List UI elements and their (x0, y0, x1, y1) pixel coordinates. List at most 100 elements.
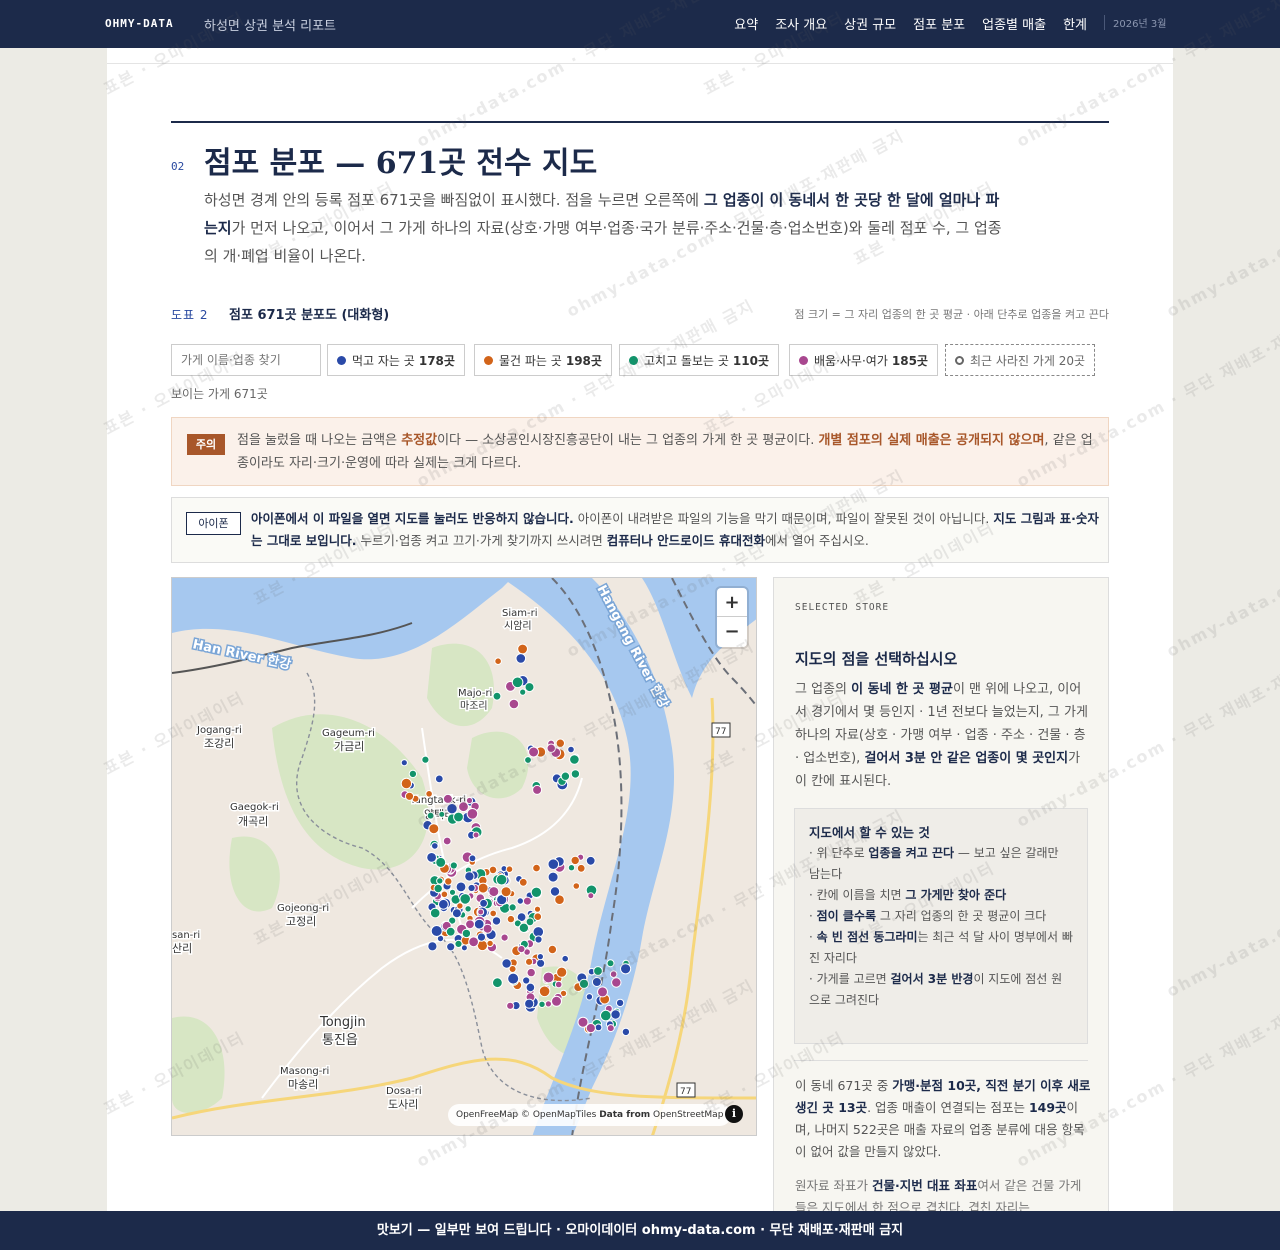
store-dot[interactable] (477, 908, 485, 916)
store-dot[interactable] (404, 791, 415, 801)
store-dot[interactable] (479, 898, 489, 908)
store-dot[interactable] (591, 977, 602, 987)
store-dot[interactable] (524, 682, 535, 693)
store-dot[interactable] (446, 942, 456, 952)
store-dot[interactable] (461, 928, 472, 939)
store-dot[interactable] (593, 966, 603, 976)
store-dot[interactable] (468, 936, 480, 948)
store-dot[interactable] (611, 977, 622, 988)
filter-chip-education-office-leisure[interactable]: 배움·사무·여가 185곳 (789, 344, 938, 376)
store-dot[interactable] (518, 877, 528, 887)
store-dot[interactable] (526, 967, 536, 978)
store-dot[interactable] (492, 691, 502, 701)
store-dot[interactable] (442, 793, 453, 804)
store-dot[interactable] (442, 836, 452, 846)
store-dot[interactable] (518, 922, 530, 933)
store-dot[interactable] (524, 756, 532, 764)
store-dot[interactable] (585, 1023, 596, 1034)
nav-item-distribution[interactable]: 점포 분포 (913, 14, 965, 33)
store-dot[interactable] (570, 855, 580, 866)
store-dot[interactable] (534, 935, 543, 944)
store-dot[interactable] (528, 746, 540, 758)
map-attribution[interactable]: OpenFreeMap © OpenMapTiles Data from Ope… (448, 1104, 732, 1126)
store-dot[interactable] (606, 959, 615, 968)
store-dot[interactable] (425, 790, 433, 798)
brand-logo[interactable]: OHMY-DATA (105, 17, 174, 30)
store-dot[interactable] (555, 738, 565, 748)
store-dot[interactable] (515, 653, 527, 664)
nav-item-summary[interactable]: 요약 (734, 14, 758, 33)
store-dot[interactable] (431, 842, 439, 850)
nav-item-scale[interactable]: 상권 규모 (844, 14, 896, 33)
store-dot[interactable] (507, 972, 520, 985)
store-dot[interactable] (476, 932, 487, 942)
store-dot[interactable] (430, 925, 443, 937)
store-dot[interactable] (570, 769, 581, 779)
store-dot[interactable] (546, 743, 556, 753)
store-dot[interactable] (561, 954, 570, 963)
store-dot[interactable] (472, 831, 480, 839)
store-dot[interactable] (426, 811, 435, 820)
store-dot[interactable] (429, 907, 441, 919)
store-dot[interactable] (538, 1000, 546, 1008)
store-dot[interactable] (427, 941, 438, 952)
store-dot[interactable] (530, 886, 543, 898)
store-dot[interactable] (436, 877, 444, 885)
store-dot[interactable] (525, 982, 536, 993)
store-dot[interactable] (465, 919, 475, 930)
store-dot[interactable] (506, 914, 516, 924)
store-dot[interactable] (446, 803, 458, 815)
store-dot[interactable] (587, 892, 595, 900)
store-dot[interactable] (444, 877, 453, 886)
nav-item-survey[interactable]: 조사 개요 (775, 14, 827, 33)
store-dot[interactable] (536, 958, 546, 968)
store-dot[interactable] (449, 861, 458, 870)
nav-item-limits[interactable]: 한계 (1063, 14, 1087, 33)
store-dot[interactable] (516, 897, 524, 905)
store-dot[interactable] (465, 796, 474, 805)
store-dot[interactable] (547, 871, 559, 883)
store-dot[interactable] (456, 902, 464, 910)
store-dot[interactable] (597, 986, 608, 998)
store-dot[interactable] (606, 1024, 615, 1033)
store-dot[interactable] (445, 926, 456, 937)
store-dot[interactable] (525, 957, 534, 966)
store-search-input[interactable] (171, 344, 321, 376)
store-dot[interactable] (544, 1000, 552, 1008)
store-dot[interactable] (438, 898, 449, 910)
info-icon[interactable]: i (725, 1105, 743, 1123)
store-dot[interactable] (505, 865, 514, 874)
store-dot[interactable] (508, 903, 517, 912)
store-dot[interactable] (519, 688, 527, 696)
store-dot[interactable] (554, 980, 563, 989)
store-dot[interactable] (482, 923, 493, 934)
store-dot[interactable] (508, 698, 520, 710)
store-dot[interactable] (454, 939, 463, 948)
store-dot[interactable] (572, 882, 581, 890)
store-dot[interactable] (532, 784, 543, 795)
store-dot[interactable] (615, 998, 625, 1008)
store-dot[interactable] (500, 886, 512, 898)
store-dot[interactable] (620, 963, 632, 975)
store-dot[interactable] (533, 912, 543, 922)
store-dot[interactable] (506, 1001, 515, 1010)
store-dot[interactable] (433, 883, 443, 894)
store-dot[interactable] (585, 855, 596, 866)
zoom-out-button[interactable]: − (717, 617, 747, 646)
store-dot[interactable] (486, 939, 494, 948)
nav-item-sales[interactable]: 업종별 매출 (982, 14, 1046, 33)
store-dot[interactable] (524, 998, 535, 1009)
store-dot[interactable] (438, 810, 446, 818)
store-dot[interactable] (492, 977, 503, 989)
store-dot[interactable] (576, 863, 586, 873)
store-dot[interactable] (594, 1023, 603, 1032)
store-dot[interactable] (400, 777, 413, 790)
store-dot[interactable] (532, 863, 541, 873)
store-dot[interactable] (466, 808, 479, 820)
store-dot[interactable] (621, 1027, 631, 1037)
store-dot[interactable] (468, 854, 477, 863)
store-dot[interactable] (488, 886, 500, 898)
store-dot[interactable] (477, 882, 489, 894)
filter-chip-retail[interactable]: 물건 파는 곳 198곳 (474, 344, 612, 376)
store-dot[interactable] (464, 871, 475, 882)
